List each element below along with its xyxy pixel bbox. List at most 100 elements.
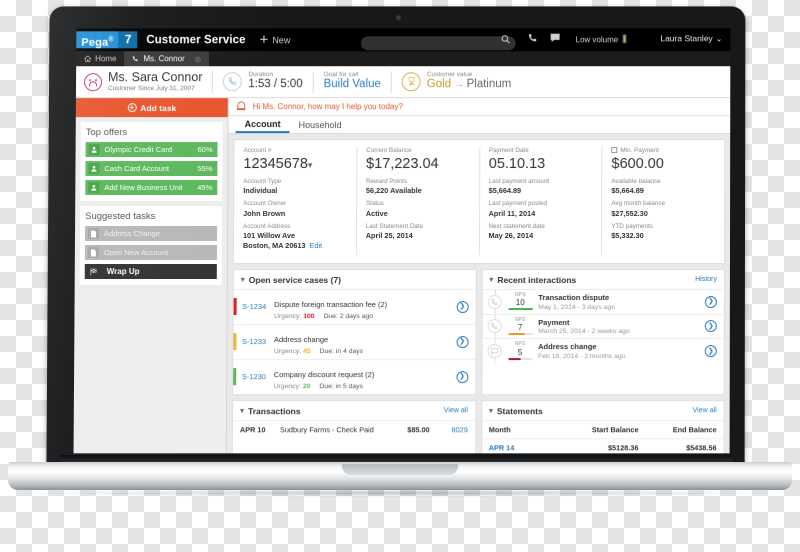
pega-logo[interactable]: Pega® 7: [76, 28, 138, 51]
account-number-value[interactable]: 12345678▾: [243, 156, 347, 173]
transactions-title: Transactions: [248, 405, 301, 416]
close-icon[interactable]: ◎: [195, 55, 201, 63]
customer-value-label: Customer value: [426, 71, 473, 79]
case-meta: Urgency: 20 Due: in 5 days: [273, 382, 363, 390]
view-all-link[interactable]: View all: [693, 407, 717, 414]
tab-home[interactable]: Home: [76, 51, 124, 66]
suggested-tasks-panel: Suggested tasks Address Change Open New …: [79, 206, 223, 286]
list-item[interactable]: NPS 7 Payment March 25, 2014 - 2 weeks a…: [482, 313, 724, 339]
case-title: Dispute foreign transaction fee (2): [274, 299, 388, 309]
top-offers-panel: Top offers Olympic Credit Card 60% Cash …: [80, 122, 223, 202]
table-row[interactable]: APR 10 Sudbury Farms - Check Paid $85.00…: [232, 420, 475, 439]
phone-icon: [223, 72, 243, 92]
add-task-button[interactable]: + Add task: [75, 98, 228, 118]
laptop-shadow: [20, 489, 780, 497]
status-label: Status: [365, 200, 384, 208]
statement-month[interactable]: APR 14: [489, 443, 561, 452]
recent-interactions-card: ▾ Recent interactions History NPS 10 Tra…: [480, 268, 725, 395]
laptop-hinge: [60, 455, 733, 462]
checkbox[interactable]: [611, 147, 618, 154]
webcam-icon: [395, 15, 401, 21]
screen: Pega® 7 Customer Service + New Low volum…: [73, 28, 731, 454]
table-row[interactable]: S-1234 Dispute foreign transaction fee (…: [233, 288, 476, 324]
reward-points-value: 56,220 Available: [365, 186, 422, 196]
case-title: Address change: [273, 334, 329, 344]
volume-status: Low volume: [576, 34, 627, 44]
offer-item[interactable]: Olympic Credit Card 60%: [85, 142, 218, 158]
account-type-label: Account Type: [243, 177, 282, 185]
tab-account[interactable]: Account: [235, 116, 290, 134]
open-interaction-button[interactable]: ❯: [704, 295, 717, 308]
suggested-task-open-new-account[interactable]: Open New Account: [84, 245, 217, 261]
interaction-date: Feb 16, 2014 - 2 months ago: [538, 353, 626, 361]
statement-end-balance: $5438.56: [686, 443, 717, 453]
content-scroll-area[interactable]: Account # 12345678▾ Account Type Individ…: [226, 134, 731, 454]
divider: [390, 70, 392, 93]
case-due: Due: in 5 days: [319, 382, 363, 390]
case-id[interactable]: S-1234: [242, 302, 274, 311]
case-id[interactable]: S-1233: [242, 337, 274, 346]
search-input[interactable]: [360, 35, 516, 50]
open-case-button[interactable]: ❯: [456, 335, 469, 348]
chevron-down-icon: ▾: [307, 159, 313, 170]
open-case-button[interactable]: ❯: [456, 300, 469, 313]
table-row[interactable]: APR 14 $5128.36 $5438.56: [481, 438, 724, 454]
offer-item[interactable]: Add New Business Unit 45%: [85, 180, 218, 196]
chat-icon[interactable]: [550, 32, 561, 43]
urgency-bar: [233, 298, 237, 316]
logo-version: 7: [118, 31, 138, 49]
table-row[interactable]: S-1233 Address change Urgency: 45 Due: in…: [233, 323, 476, 359]
avg-month-balance-value: $27,552.30: [611, 208, 648, 218]
divider: [212, 70, 214, 93]
chevron-down-icon[interactable]: ▾: [240, 406, 244, 415]
search-icon[interactable]: [501, 34, 511, 44]
laptop-base: [8, 462, 792, 490]
statement-start-balance: $5128.36: [607, 443, 639, 453]
case-id[interactable]: S-1230: [242, 372, 274, 381]
tab-household[interactable]: Household: [290, 116, 351, 133]
open-case-button[interactable]: ❯: [455, 370, 468, 383]
case-due: Due: 2 days ago: [323, 312, 374, 320]
new-button-label: New: [272, 34, 291, 45]
reward-points-label: Reward Points: [365, 177, 407, 185]
chevron-down-icon[interactable]: ▾: [489, 275, 493, 284]
list-item[interactable]: NPS 10 Transaction dispute May 1, 2014 -…: [482, 288, 724, 314]
customer-value-value: Gold → Platinum: [427, 79, 511, 92]
last-payment-amount-label: Last payment amount: [488, 177, 550, 185]
account-column-2: Current Balance $17,223.04 Reward Points…: [356, 147, 480, 255]
suggested-task-wrap-up[interactable]: Wrap Up: [84, 264, 217, 280]
customer-value: Customer value Gold → Platinum: [401, 71, 511, 92]
account-address-line2: Boston, MA 20613 Edit: [242, 240, 323, 250]
add-task-label: Add task: [140, 102, 177, 113]
open-interaction-button[interactable]: ❯: [704, 320, 717, 333]
phone-icon: [487, 294, 502, 309]
account-address-line1: 101 Willow Ave: [242, 231, 296, 241]
new-button[interactable]: + New: [260, 31, 291, 48]
account-owner-value: John Brown: [243, 208, 286, 218]
suggested-task-address-change[interactable]: Address Change: [84, 226, 218, 241]
transaction-ref[interactable]: 8029: [430, 425, 467, 434]
table-row[interactable]: S-1230 Company discount request (2) Urge…: [233, 358, 476, 394]
phone-icon: [133, 56, 139, 62]
column-header-end-balance: End Balance: [672, 425, 717, 435]
customer-since: Customer Since July 31, 2007: [107, 85, 195, 93]
task-label: Wrap Up: [106, 267, 140, 277]
chevron-down-icon[interactable]: ▾: [489, 406, 493, 415]
last-payment-amount-value: $5,664.89: [488, 186, 522, 196]
ytd-payments-value: $5,332.30: [611, 231, 644, 241]
statements-card: ▾ Statements View all Month Start Balanc…: [480, 399, 725, 454]
chevron-down-icon[interactable]: ▾: [241, 275, 245, 284]
tab-ms-connor[interactable]: Ms. Connor ◎: [124, 51, 209, 67]
open-interaction-button[interactable]: ❯: [704, 345, 717, 358]
offer-item[interactable]: Cash Card Account 55%: [85, 161, 218, 177]
min-payment-value: $600.00: [611, 155, 664, 172]
offer-label: Olympic Credit Card: [104, 145, 173, 155]
user-menu[interactable]: Laura Stanley ⌄: [660, 33, 722, 43]
offer-percent: 45%: [197, 183, 213, 193]
workspace-tabs: Home Ms. Connor ◎: [76, 51, 731, 67]
phone-icon[interactable]: [528, 32, 539, 43]
history-link[interactable]: History: [695, 276, 717, 283]
view-all-link[interactable]: View all: [444, 407, 468, 414]
edit-address-link[interactable]: Edit: [310, 241, 323, 250]
list-item[interactable]: NPS 5 Address change Feb 16, 2014 - 2 mo…: [482, 338, 724, 364]
